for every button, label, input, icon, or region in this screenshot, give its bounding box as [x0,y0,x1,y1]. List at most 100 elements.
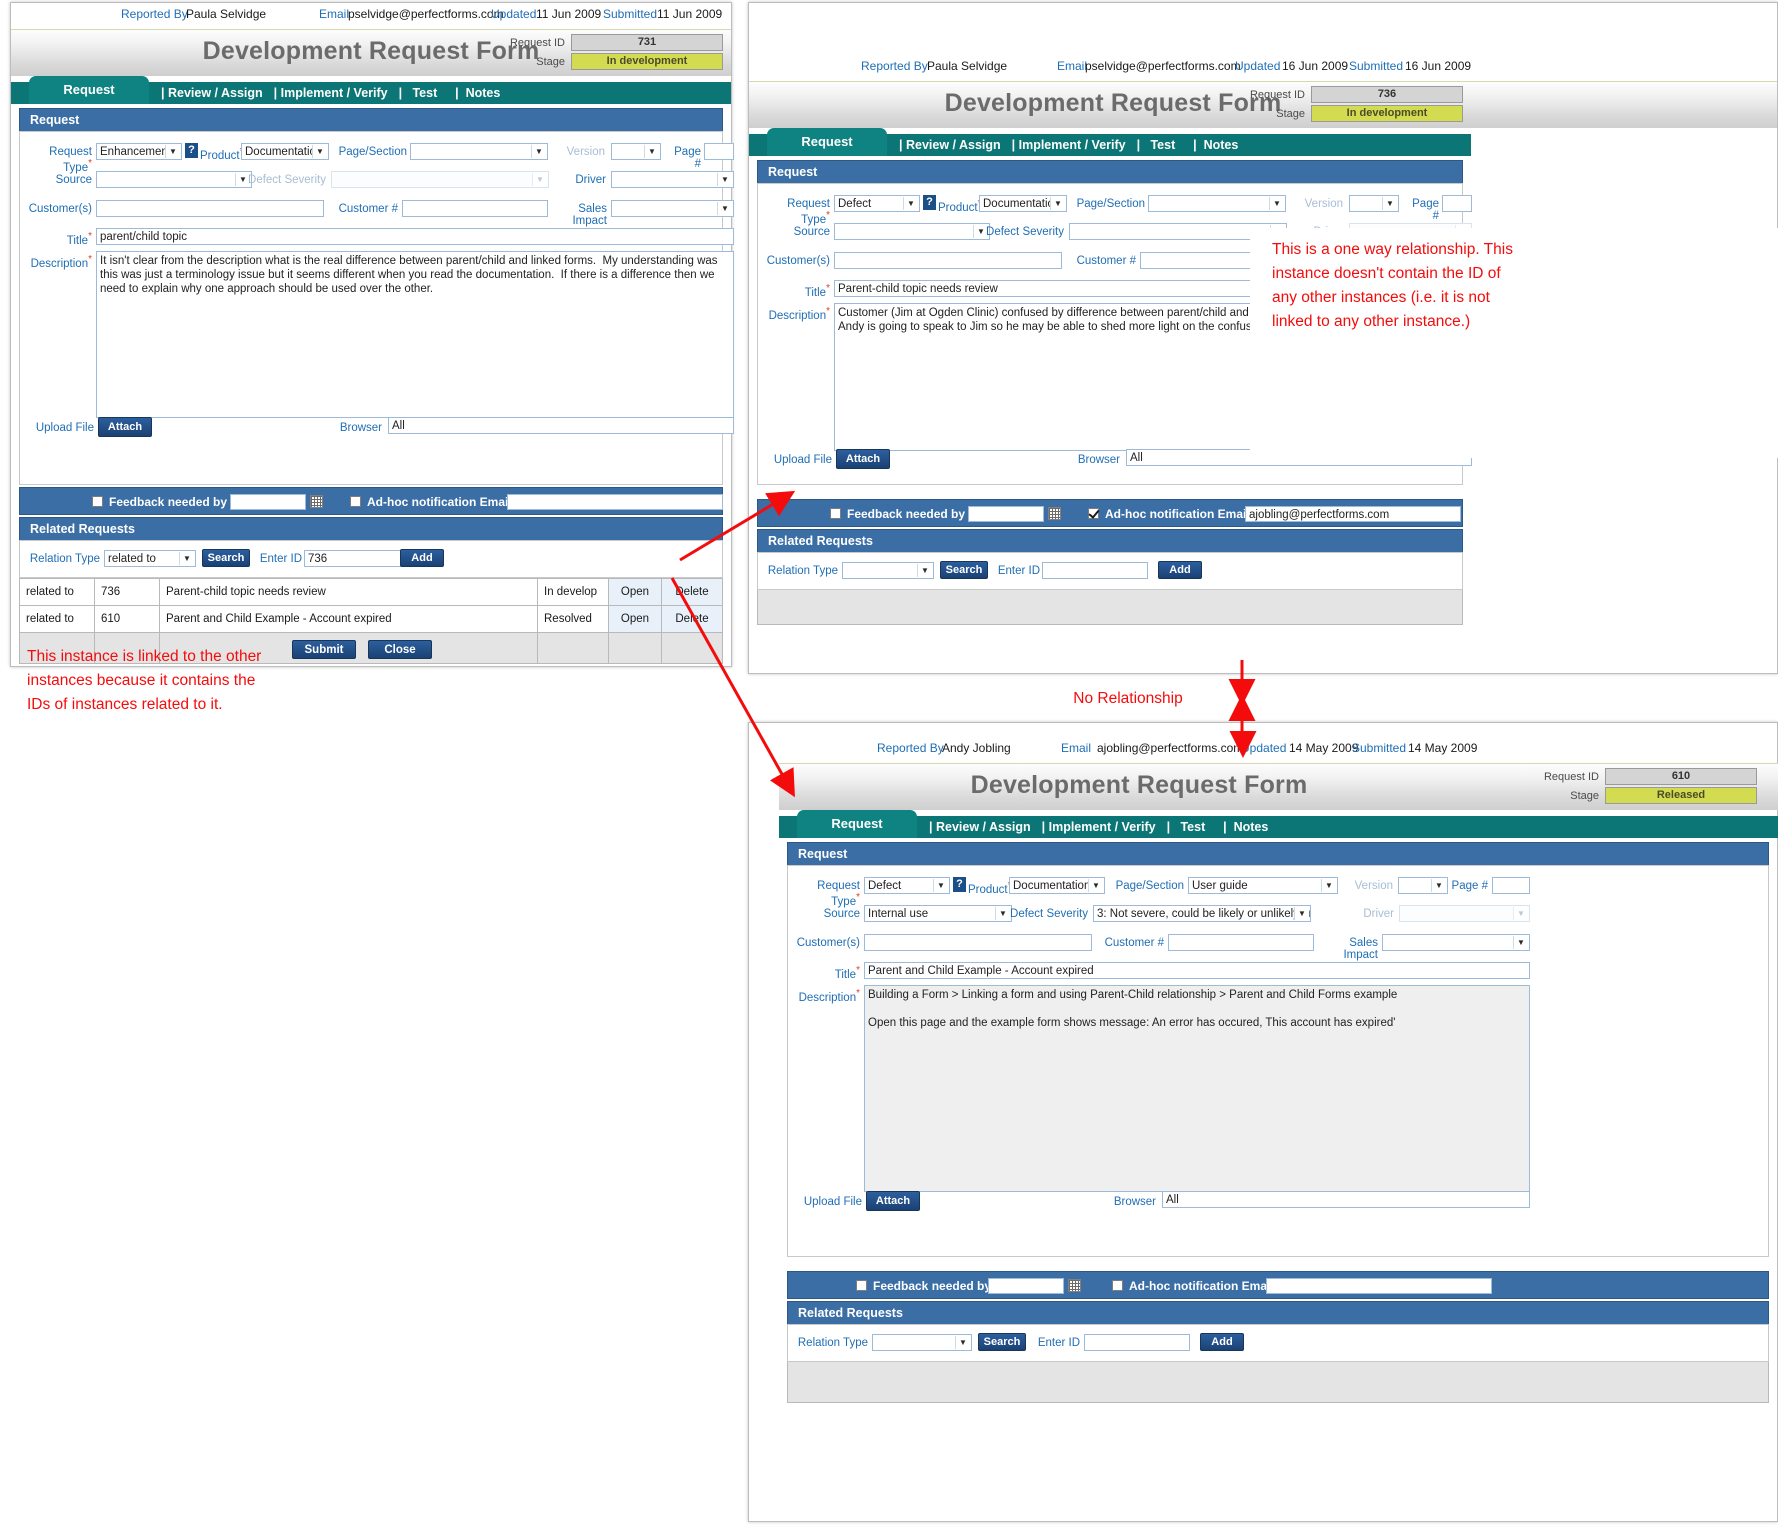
add-button[interactable]: Add [1200,1333,1244,1351]
help-icon[interactable]: ? [923,195,936,210]
attach-button[interactable]: Attach [836,449,890,469]
customers-input[interactable] [96,200,324,217]
close-button[interactable]: Close [368,640,432,659]
chevron-down-icon[interactable]: ▼ [955,1336,970,1349]
tab-request[interactable]: Request [767,128,887,156]
enter-id-input[interactable] [1084,1334,1190,1351]
adhoc-email-checkbox[interactable] [1112,1280,1123,1291]
customer-num-input[interactable] [1168,934,1314,951]
tab-group[interactable]: | Review / Assign | Implement / Verify |… [927,816,1270,838]
product-select[interactable]: Documentation ▼ [1009,877,1105,894]
row-open-button[interactable]: Open [608,578,662,606]
page-section-select[interactable]: User guide ▼ [1188,877,1338,894]
relation-type-select[interactable]: related to ▼ [104,550,196,567]
tab-implement-verify[interactable]: | Implement / Verify [1010,138,1131,152]
customers-input[interactable] [864,934,1092,951]
page-num-input[interactable] [704,143,734,160]
product-select[interactable]: Documentation ▼ [241,143,329,160]
source-select[interactable]: ▼ [96,171,252,188]
page-section-select[interactable]: ▼ [410,143,548,160]
customer-num-input[interactable] [402,200,548,217]
tab-review-assign[interactable]: | Review / Assign [897,138,1006,152]
adhoc-email-input[interactable] [507,494,723,510]
add-button[interactable]: Add [400,549,444,567]
version-select[interactable]: ▼ [611,143,661,160]
chevron-down-icon[interactable]: ▼ [717,202,732,215]
tab-implement-verify[interactable]: | Implement / Verify [272,86,393,100]
calendar-icon[interactable] [1068,1279,1081,1292]
relation-type-select[interactable]: ▼ [842,562,934,579]
sales-impact-select[interactable]: ▼ [611,200,734,217]
tab-test[interactable]: | Test [1135,138,1188,152]
chevron-down-icon[interactable]: ▼ [644,145,659,158]
request-type-select[interactable]: Defect ▼ [834,195,920,212]
feedback-needed-checkbox[interactable] [92,496,103,507]
calendar-icon[interactable] [1048,507,1061,520]
chevron-down-icon[interactable]: ▼ [1513,936,1528,949]
enter-id-input[interactable] [1042,562,1148,579]
chevron-down-icon[interactable]: ▼ [1513,907,1528,920]
chevron-down-icon[interactable]: ▼ [165,145,180,158]
chevron-down-icon[interactable]: ▼ [1382,197,1397,210]
tab-review-assign[interactable]: | Review / Assign [927,820,1036,834]
add-button[interactable]: Add [1158,561,1202,579]
browser-input[interactable]: All [388,417,734,434]
feedback-needed-checkbox[interactable] [856,1280,867,1291]
help-icon[interactable]: ? [953,877,966,892]
chevron-down-icon[interactable]: ▼ [1088,879,1103,892]
version-select[interactable]: ▼ [1398,877,1448,894]
attach-button[interactable]: Attach [866,1191,920,1211]
adhoc-email-input[interactable]: ajobling@perfectforms.com [1245,506,1461,522]
page-num-input[interactable] [1492,877,1530,894]
attach-button[interactable]: Attach [98,417,152,437]
chevron-down-icon[interactable]: ▼ [1050,197,1065,210]
chevron-down-icon[interactable]: ▼ [903,197,918,210]
chevron-down-icon[interactable]: ▼ [179,552,194,565]
driver-select[interactable]: ▼ [611,171,734,188]
chevron-down-icon[interactable]: ▼ [917,564,932,577]
request-type-select[interactable]: Enhancement ▼ [96,143,182,160]
chevron-down-icon[interactable]: ▼ [933,879,948,892]
help-icon[interactable]: ? [185,143,198,158]
search-button[interactable]: Search [978,1333,1026,1351]
page-num-input[interactable] [1442,195,1472,212]
search-button[interactable]: Search [202,549,250,567]
defect-severity-select[interactable]: ▼ [331,171,549,188]
version-select[interactable]: ▼ [1349,195,1399,212]
tab-group[interactable]: | Review / Assign | Implement / Verify |… [897,134,1240,156]
description-textarea[interactable]: Building a Form > Linking a form and usi… [864,985,1530,1192]
browser-input[interactable]: All [1162,1191,1530,1208]
row-open-button[interactable]: Open [608,605,662,633]
source-select[interactable]: ▼ [834,223,990,240]
adhoc-email-checkbox[interactable] [1088,508,1099,519]
table-row[interactable]: related to 736 Parent-child topic needs … [19,578,723,606]
submit-button[interactable]: Submit [292,640,356,659]
customers-input[interactable] [834,252,1062,269]
page-section-select[interactable]: ▼ [1148,195,1286,212]
adhoc-email-checkbox[interactable] [350,496,361,507]
row-delete-button[interactable]: Delete [661,605,723,633]
feedback-needed-checkbox[interactable] [830,508,841,519]
chevron-down-icon[interactable]: ▼ [995,907,1010,920]
chevron-down-icon[interactable]: ▼ [312,145,327,158]
product-select[interactable]: Documentation ▼ [979,195,1067,212]
enter-id-input[interactable]: 736 [304,550,410,567]
defect-severity-select[interactable]: 3: Not severe, could be likely or unlike… [1093,905,1311,922]
tab-implement-verify[interactable]: | Implement / Verify [1040,820,1161,834]
tab-request[interactable]: Request [29,76,149,104]
chevron-down-icon[interactable]: ▼ [1269,197,1284,210]
search-button[interactable]: Search [940,561,988,579]
feedback-date-input[interactable] [988,1278,1064,1294]
chevron-down-icon[interactable]: ▼ [531,145,546,158]
tab-review-assign[interactable]: | Review / Assign [159,86,268,100]
tab-notes[interactable]: | Notes [1191,138,1240,152]
chevron-down-icon[interactable]: ▼ [717,173,732,186]
relation-type-select[interactable]: ▼ [872,1334,972,1351]
chevron-down-icon[interactable]: ▼ [1431,879,1446,892]
chevron-down-icon[interactable]: ▼ [532,173,547,186]
chevron-down-icon[interactable]: ▼ [1321,879,1336,892]
title-input[interactable]: Parent and Child Example - Account expir… [864,962,1530,979]
sales-impact-select[interactable]: ▼ [1382,934,1530,951]
driver-select[interactable]: ▼ [1399,905,1530,922]
tab-request[interactable]: Request [797,810,917,838]
